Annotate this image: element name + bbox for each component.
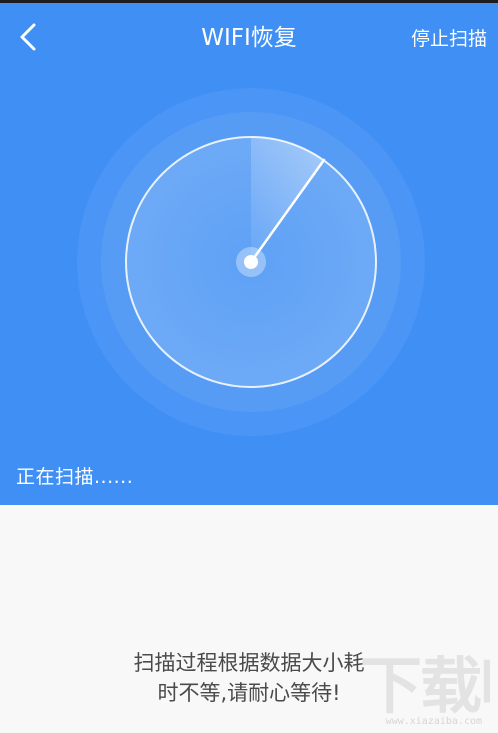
watermark-site: www.xiazaiba.com: [385, 716, 482, 727]
chevron-left-icon: [20, 23, 36, 51]
radar-center-dot: [244, 255, 258, 269]
radar-scanner: [77, 88, 425, 436]
scan-status-text: 正在扫描......: [16, 466, 134, 488]
app-header: WIFI恢复 停止扫描: [0, 3, 498, 75]
back-button[interactable]: [6, 15, 50, 59]
stop-scan-button[interactable]: 停止扫描: [411, 24, 487, 54]
scan-panel: WIFI恢复 停止扫描 正在扫描......: [0, 3, 498, 505]
